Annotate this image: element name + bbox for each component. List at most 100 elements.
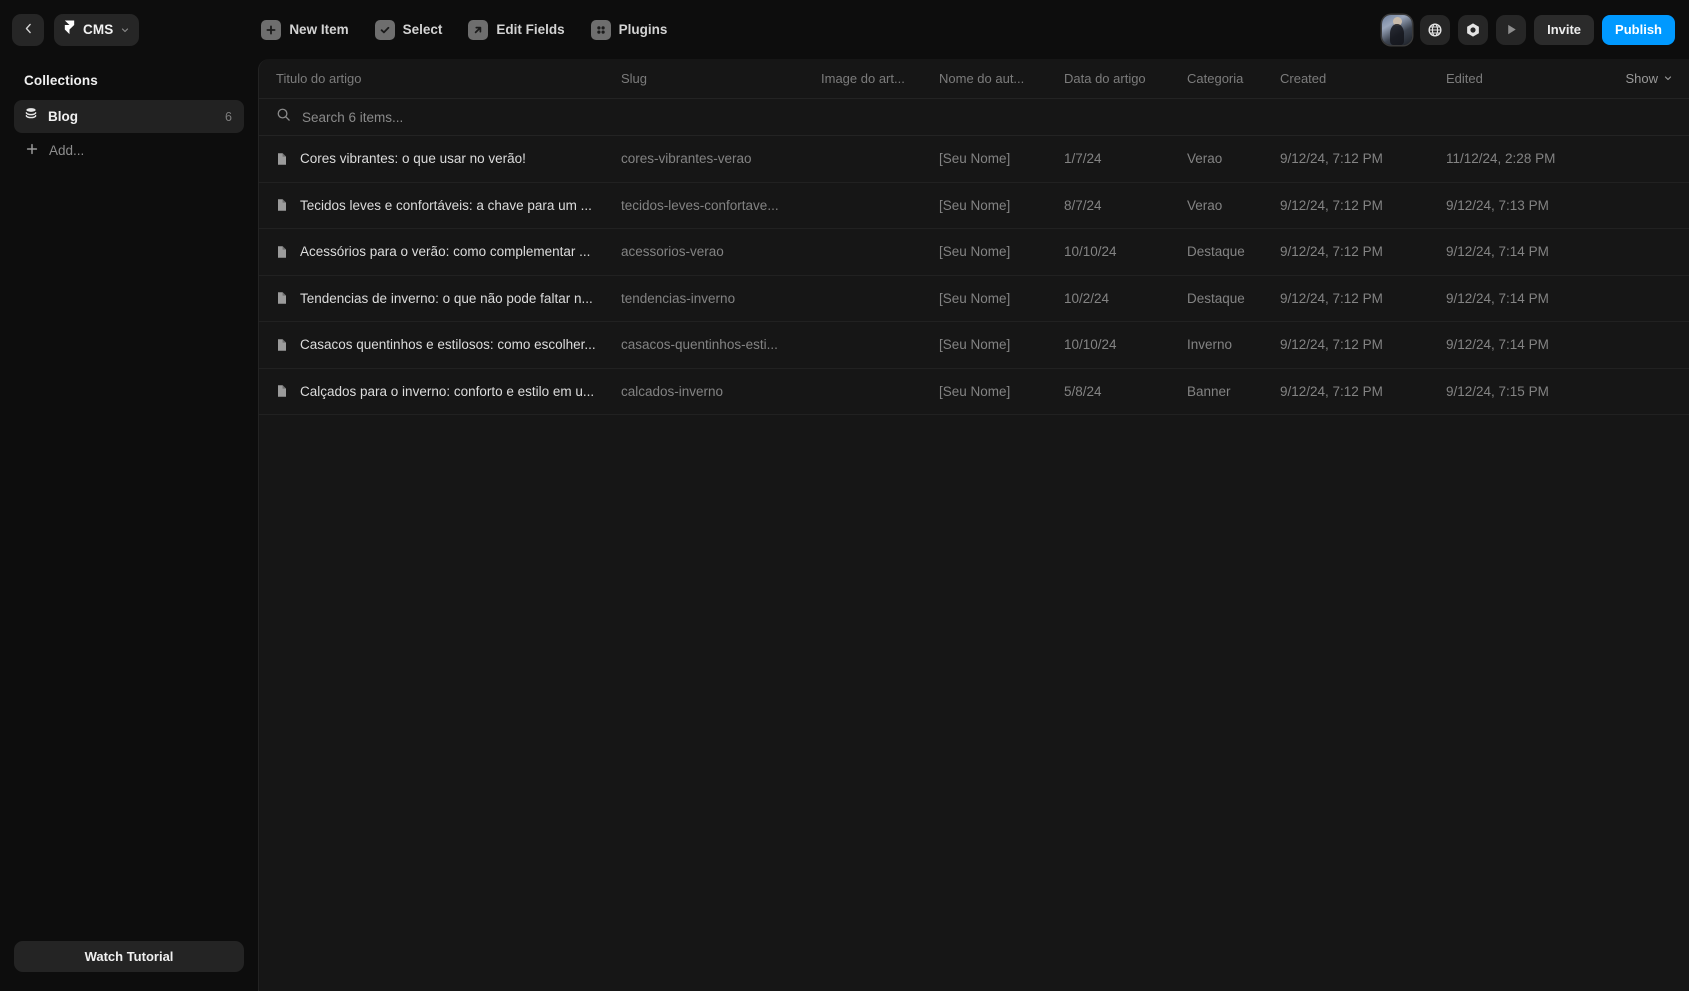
toolbar-right-group: Invite Publish: [1382, 14, 1675, 45]
arrow-up-right-square-icon: [468, 19, 489, 40]
show-columns-dropdown[interactable]: Show: [1625, 71, 1673, 86]
show-label: Show: [1625, 71, 1658, 86]
project-name: CMS: [83, 22, 114, 37]
cell-author: [Seu Nome]: [939, 290, 1011, 306]
document-icon: [276, 198, 289, 212]
toolbar-left-group: CMS: [12, 13, 140, 46]
document-icon: [276, 384, 289, 398]
cell-title: Cores vibrantes: o que usar no verão!: [276, 151, 621, 166]
plugins-button[interactable]: Plugins: [590, 19, 668, 40]
cell-category: Inverno: [1187, 337, 1233, 353]
cell-category: Verao: [1187, 197, 1223, 213]
plus-icon: [26, 142, 38, 160]
play-triangle-icon: [1504, 22, 1519, 37]
back-button[interactable]: [12, 13, 44, 46]
preview-button[interactable]: [1496, 14, 1527, 45]
column-header-edited[interactable]: Edited: [1446, 71, 1616, 86]
table-row[interactable]: Cores vibrantes: o que usar no verão! co…: [259, 136, 1689, 183]
sidebar: Collections Blog 6 Add... Watch Tutorial: [0, 59, 258, 991]
table-row[interactable]: Calçados para o inverno: conforto e esti…: [259, 369, 1689, 415]
cell-title: Tecidos leves e confortáveis: a chave pa…: [276, 198, 621, 213]
invite-button[interactable]: Invite: [1534, 14, 1595, 45]
cell-created: 9/12/24, 7:12 PM: [1280, 383, 1383, 399]
column-header-category[interactable]: Categoria: [1187, 71, 1280, 86]
column-header-date[interactable]: Data do artigo: [1064, 71, 1187, 86]
cell-created: 9/12/24, 7:12 PM: [1280, 244, 1383, 260]
sidebar-item-blog[interactable]: Blog 6: [14, 100, 244, 133]
cell-date: 10/2/24: [1064, 290, 1110, 306]
project-selector[interactable]: CMS: [54, 13, 140, 46]
globe-icon: [1427, 22, 1443, 38]
record-circle-icon: [1465, 22, 1481, 38]
sidebar-add-collection[interactable]: Add...: [14, 135, 244, 166]
plus-square-icon: [261, 19, 282, 40]
cell-title: Calçados para o inverno: conforto e esti…: [276, 384, 621, 399]
cell-created: 9/12/24, 7:12 PM: [1280, 197, 1383, 213]
sidebar-item-count: 6: [225, 109, 232, 124]
table-row[interactable]: Tendencias de inverno: o que não pode fa…: [259, 276, 1689, 322]
edit-fields-button[interactable]: Edit Fields: [468, 19, 565, 40]
cell-slug: calcados-inverno: [621, 383, 724, 399]
cell-author: [Seu Nome]: [939, 151, 1011, 167]
cell-title: Acessórios para o verão: como complement…: [276, 244, 621, 259]
row-title: Cores vibrantes: o que usar no verão!: [300, 151, 526, 167]
plugins-grid-icon: [590, 19, 611, 40]
table-row[interactable]: Tecidos leves e confortáveis: a chave pa…: [259, 183, 1689, 229]
cell-date: 5/8/24: [1064, 383, 1102, 399]
cell-edited: 9/12/24, 7:14 PM: [1446, 290, 1549, 306]
cell-created: 9/12/24, 7:12 PM: [1280, 337, 1383, 353]
plugins-label: Plugins: [618, 22, 668, 37]
framer-cms-window: CMS New Item Select Edit Fields Plugins …: [0, 0, 1689, 991]
table-row[interactable]: Casacos quentinhos e estilosos: como esc…: [259, 322, 1689, 369]
cell-slug: cores-vibrantes-verao: [621, 151, 752, 167]
search-bar: [259, 98, 1689, 136]
cell-slug: casacos-quentinhos-esti...: [621, 337, 778, 353]
cms-table-panel: Titulo do artigo Slug Image do art... No…: [258, 59, 1689, 991]
toolbar-tools-group: New Item Select Edit Fields Plugins: [261, 19, 668, 40]
row-title: Casacos quentinhos e estilosos: como esc…: [300, 337, 596, 353]
sidebar-title: Collections: [24, 73, 98, 88]
watch-tutorial-button[interactable]: Watch Tutorial: [14, 941, 244, 972]
cell-date: 1/7/24: [1064, 151, 1102, 167]
cell-author: [Seu Nome]: [939, 197, 1011, 213]
cell-category: Verao: [1187, 151, 1223, 167]
cell-author: [Seu Nome]: [939, 244, 1011, 260]
new-item-button[interactable]: New Item: [261, 19, 349, 40]
cell-edited: 9/12/24, 7:13 PM: [1446, 197, 1549, 213]
cell-created: 9/12/24, 7:12 PM: [1280, 151, 1383, 167]
app-body: Collections Blog 6 Add... Watch Tutorial…: [0, 59, 1689, 991]
database-stack-icon: [24, 107, 38, 126]
new-item-label: New Item: [289, 22, 349, 37]
cell-title: Tendencias de inverno: o que não pode fa…: [276, 291, 621, 306]
cell-title: Casacos quentinhos e estilosos: como esc…: [276, 337, 621, 352]
search-input[interactable]: [302, 109, 902, 125]
cell-slug: acessorios-verao: [621, 244, 724, 260]
select-button[interactable]: Select: [374, 19, 442, 40]
column-header-image[interactable]: Image do art...: [821, 71, 939, 86]
row-title: Tendencias de inverno: o que não pode fa…: [300, 290, 593, 306]
cell-edited: 9/12/24, 7:14 PM: [1446, 244, 1549, 260]
cell-author: [Seu Nome]: [939, 383, 1011, 399]
cell-slug: tendencias-inverno: [621, 290, 736, 306]
publish-button[interactable]: Publish: [1602, 14, 1675, 45]
cell-slug: tecidos-leves-confortave...: [621, 197, 779, 213]
column-header-title[interactable]: Titulo do artigo: [276, 71, 621, 86]
cell-category: Banner: [1187, 383, 1231, 399]
cell-created: 9/12/24, 7:12 PM: [1280, 290, 1383, 306]
sidebar-item-label: Blog: [48, 109, 78, 124]
edit-fields-label: Edit Fields: [496, 22, 565, 37]
row-title: Acessórios para o verão: como complement…: [300, 244, 591, 260]
column-header-author[interactable]: Nome do aut...: [939, 71, 1064, 86]
column-header-slug[interactable]: Slug: [621, 71, 821, 86]
avatar[interactable]: [1382, 14, 1413, 45]
cell-date: 10/10/24: [1064, 244, 1117, 260]
table-row[interactable]: Acessórios para o verão: como complement…: [259, 229, 1689, 276]
globe-button[interactable]: [1420, 14, 1451, 45]
framer-logo-icon: [63, 19, 76, 40]
column-header-created[interactable]: Created: [1280, 71, 1446, 86]
check-square-icon: [374, 19, 395, 40]
record-button[interactable]: [1458, 14, 1489, 45]
cell-edited: 9/12/24, 7:15 PM: [1446, 383, 1549, 399]
cell-date: 8/7/24: [1064, 197, 1102, 213]
